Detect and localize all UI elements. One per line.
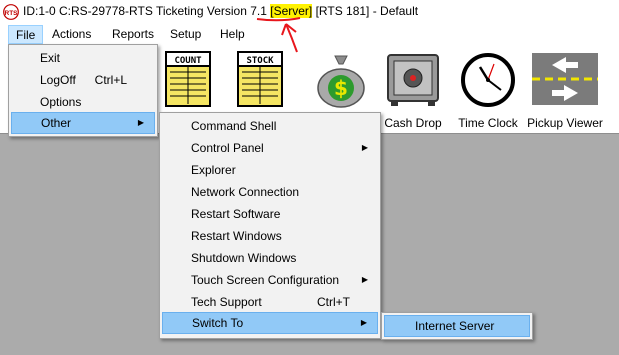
menu-item-exit-label: Exit	[40, 51, 61, 65]
menu-item-other[interactable]: Other ▶	[11, 112, 155, 134]
menu-item-restart-software[interactable]: Restart Software	[162, 203, 378, 225]
other-submenu: Command Shell Control Panel ▶ Explorer Ne…	[159, 112, 381, 339]
toolbar-pickup-viewer-button[interactable]: Pickup Viewer	[525, 45, 605, 133]
menu-bar: File Actions Reports Setup Help	[0, 24, 619, 45]
menu-item-network-connection[interactable]: Network Connection	[162, 181, 378, 203]
menu-item-label: Tech Support	[191, 295, 262, 309]
menu-item-switch-to[interactable]: Switch To ▶	[162, 312, 378, 334]
submenu-arrow-icon: ▶	[361, 143, 368, 152]
menu-item-label: Switch To	[192, 316, 244, 330]
menu-setup[interactable]: Setup	[163, 25, 208, 44]
menu-item-options[interactable]: Options	[11, 91, 155, 113]
menu-item-logoff-label: LogOff	[40, 73, 76, 87]
menu-item-touch-screen-configuration[interactable]: Touch Screen Configuration ▶	[162, 269, 378, 291]
switch-to-submenu: Internet Server	[381, 312, 533, 340]
svg-text:RTS: RTS	[5, 10, 19, 17]
menu-item-label: Explorer	[191, 163, 236, 177]
menu-item-logoff[interactable]: LogOff Ctrl+L	[11, 69, 155, 91]
menu-item-label: Restart Software	[191, 207, 281, 221]
menu-item-restart-windows[interactable]: Restart Windows	[162, 225, 378, 247]
toolbar-pickup-viewer-label: Pickup Viewer	[527, 116, 603, 130]
title-suffix: [RTS 181] - Default	[312, 4, 419, 18]
toolbar-time-clock-label: Time Clock	[458, 116, 518, 130]
toolbar-time-clock-button[interactable]: Time Clock	[452, 45, 524, 133]
menu-item-label: Network Connection	[191, 185, 300, 199]
menu-actions[interactable]: Actions	[45, 25, 98, 44]
menu-item-label: Control Panel	[191, 141, 264, 155]
title-prefix: ID:1-0 C:RS-29778-RTS Ticketing Version …	[23, 4, 271, 18]
rts-logo-icon: RTS	[3, 4, 19, 20]
menu-item-label: Restart Windows	[191, 229, 282, 243]
menu-item-internet-server[interactable]: Internet Server	[384, 315, 530, 337]
menu-item-command-shell[interactable]: Command Shell	[162, 115, 378, 137]
menu-item-tech-support-shortcut: Ctrl+T	[317, 295, 350, 309]
count-icon-text: COUNT	[174, 56, 202, 66]
count-sheet-icon: COUNT	[165, 51, 211, 107]
money-icon-text: $	[334, 76, 348, 100]
menu-item-explorer[interactable]: Explorer	[162, 159, 378, 181]
stock-icon-text: STOCK	[246, 56, 274, 66]
pickup-viewer-icon	[532, 53, 598, 105]
submenu-arrow-icon: ▶	[360, 318, 367, 327]
menu-item-control-panel[interactable]: Control Panel ▶	[162, 137, 378, 159]
window-title: ID:1-0 C:RS-29778-RTS Ticketing Version …	[23, 4, 418, 18]
stock-sheet-icon: STOCK	[237, 51, 283, 107]
menu-item-label: Shutdown Windows	[191, 251, 297, 265]
safe-icon	[387, 54, 439, 106]
menu-item-shutdown-windows[interactable]: Shutdown Windows	[162, 247, 378, 269]
menu-item-label: Command Shell	[191, 119, 277, 133]
file-menu: Exit LogOff Ctrl+L Options Other ▶	[8, 44, 158, 137]
menu-item-label: Touch Screen Configuration	[191, 273, 340, 287]
menu-file[interactable]: File	[8, 25, 44, 44]
menu-item-options-label: Options	[40, 95, 82, 109]
menu-item-other-label: Other	[41, 116, 72, 130]
menu-item-tech-support[interactable]: Tech Support Ctrl+T	[162, 291, 378, 313]
menu-item-exit[interactable]: Exit	[11, 47, 155, 69]
submenu-arrow-icon: ▶	[137, 118, 144, 127]
menu-help[interactable]: Help	[213, 25, 252, 44]
menu-reports[interactable]: Reports	[105, 25, 161, 44]
submenu-arrow-icon: ▶	[361, 275, 368, 284]
money-bag-icon: $	[317, 55, 365, 108]
server-tag: [Server]	[270, 4, 313, 18]
menu-item-label: Internet Server	[415, 319, 495, 333]
clock-icon	[461, 53, 515, 107]
title-bar: RTS ID:1-0 C:RS-29778-RTS Ticketing Vers…	[0, 0, 619, 24]
toolbar-cash-drop-button[interactable]: Cash Drop	[378, 45, 448, 133]
toolbar-cash-drop-label: Cash Drop	[384, 116, 442, 130]
menu-item-logoff-shortcut: Ctrl+L	[94, 73, 127, 87]
